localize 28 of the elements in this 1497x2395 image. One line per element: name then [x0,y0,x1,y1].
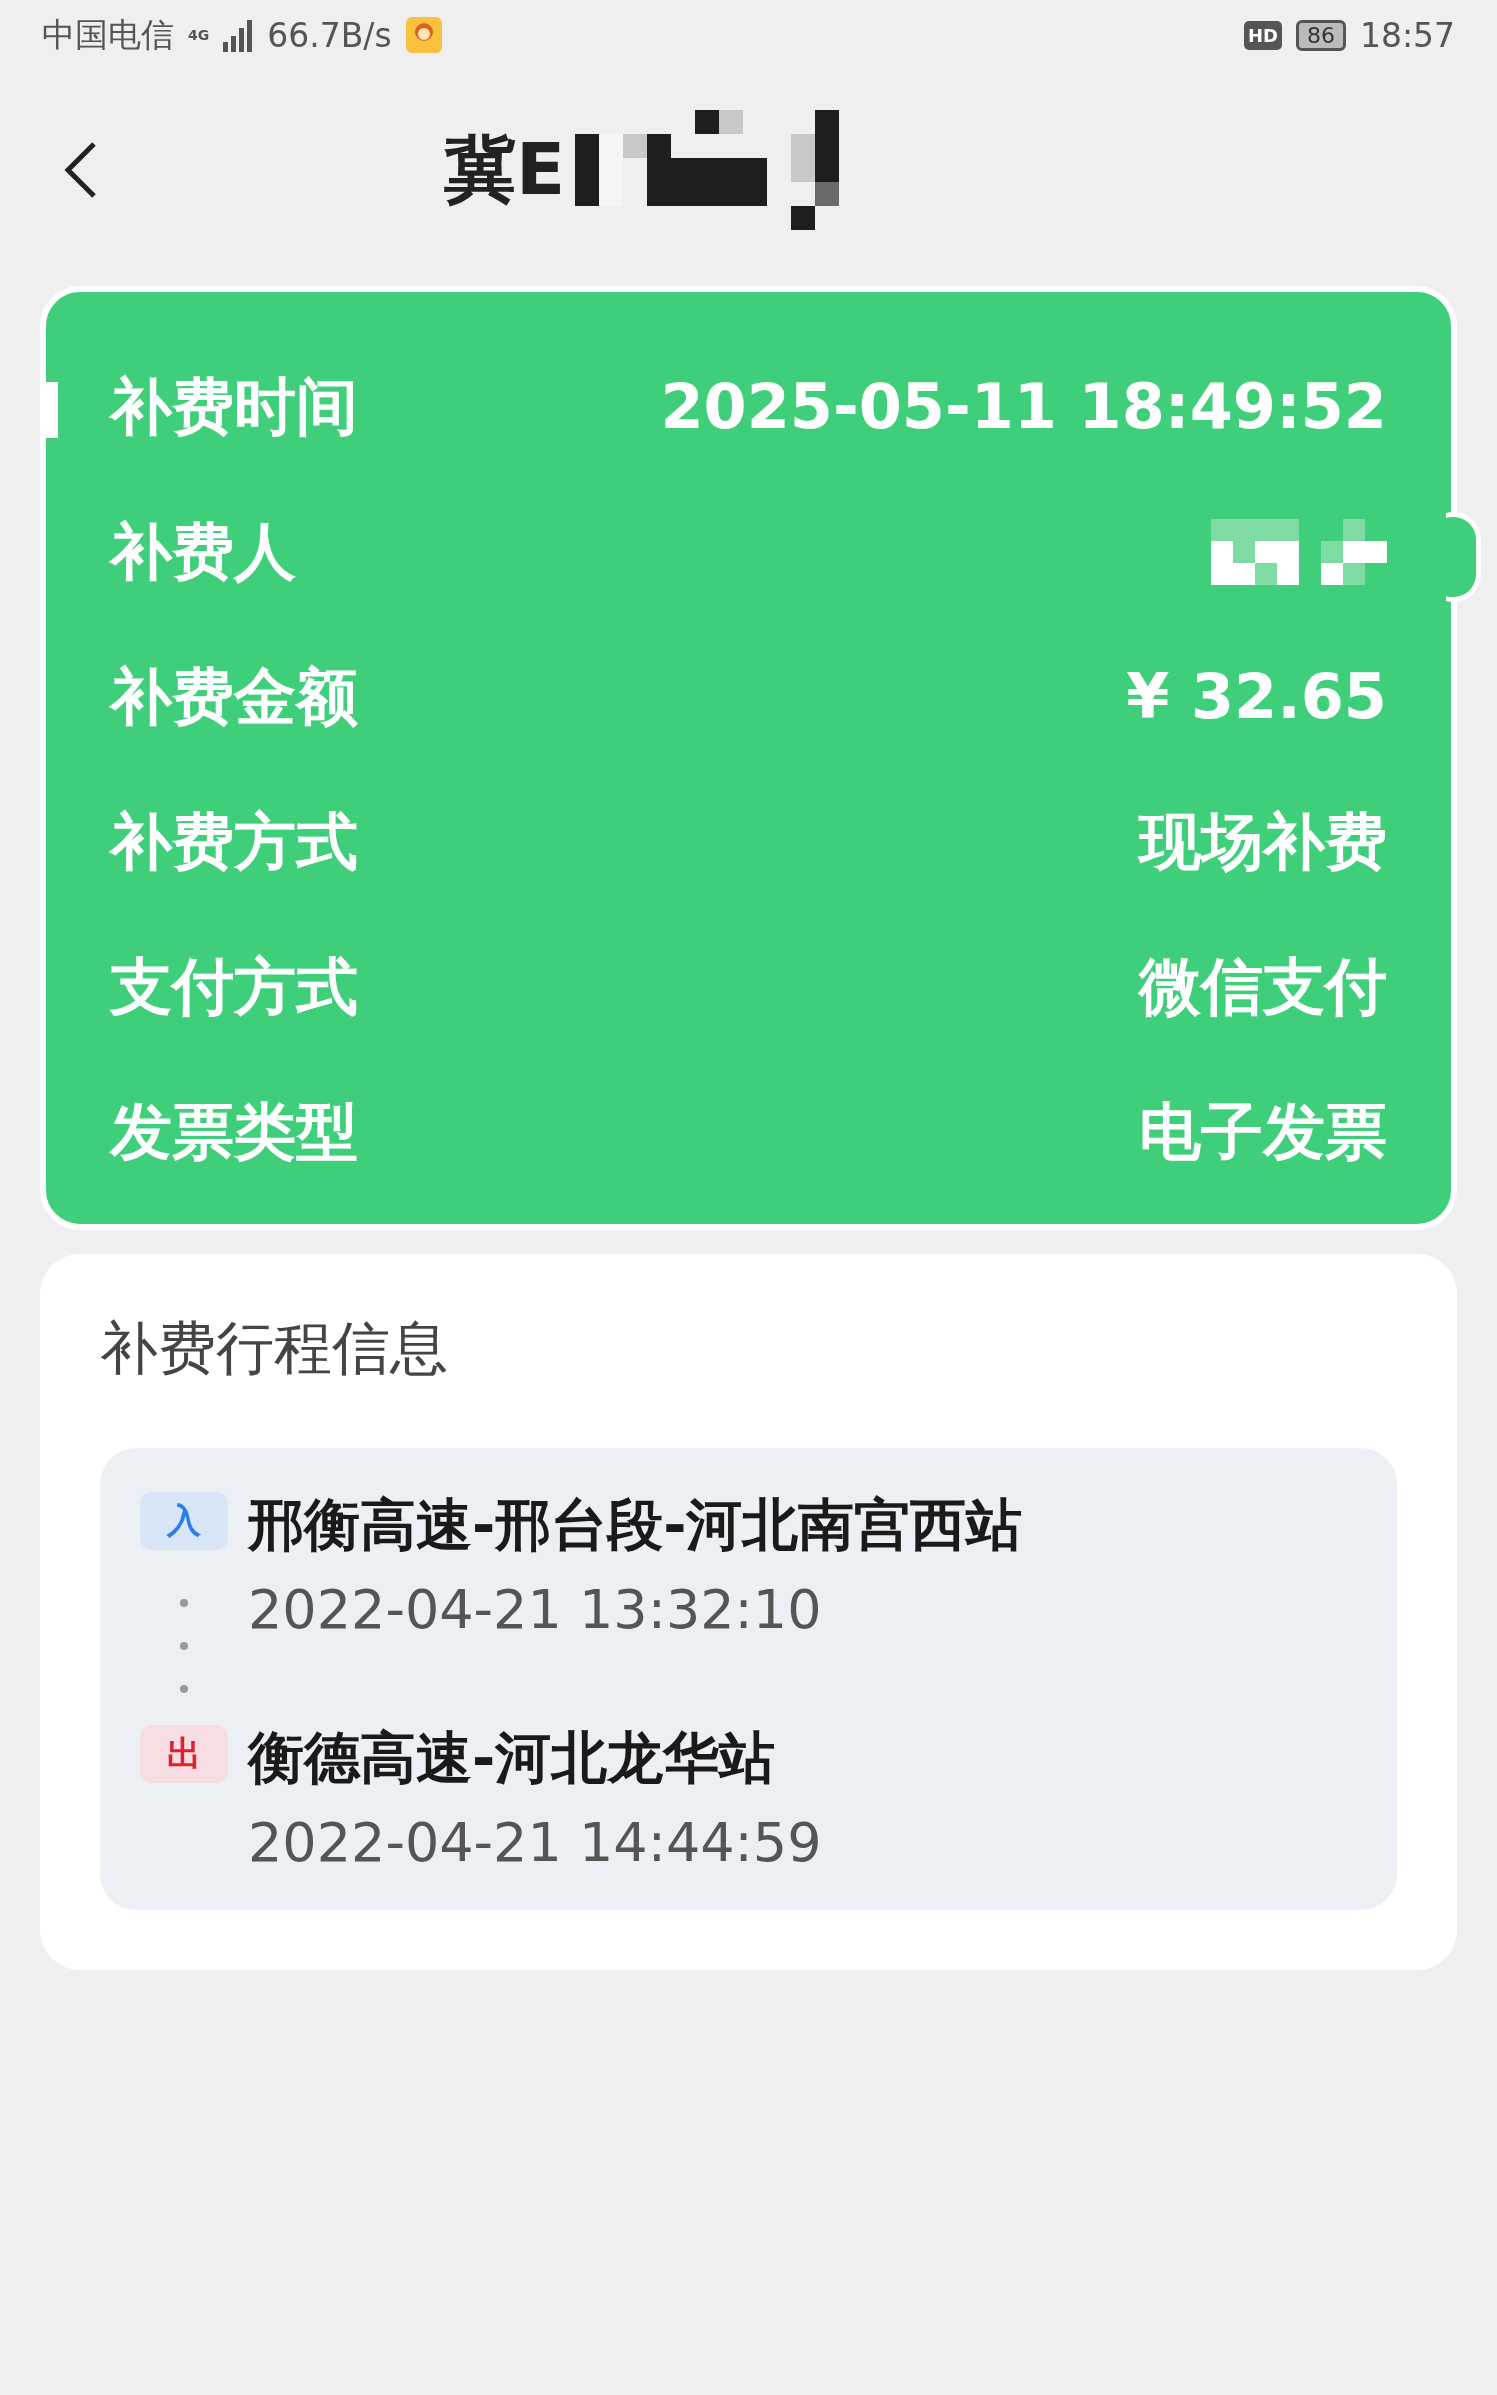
detail-value: 电子发票 [1139,1093,1387,1170]
detail-label: 补费方式 [110,803,358,880]
detail-value: 2025-05-11 18:49:52 [660,370,1387,443]
detail-label: 补费人 [110,513,296,590]
pass-time: 2022-04-21 13:32:10 [248,1578,823,1641]
detail-label: 补费时间 [110,368,358,445]
entry-badge: 入 [140,1492,228,1550]
detail-label: 补费金额 [110,658,358,735]
battery-icon: 86 [1295,19,1346,51]
pass-time: 2022-04-21 14:44:59 [248,1811,822,1874]
section-title: 补费行程信息 [100,1313,449,1384]
detail-label: 发票类型 [110,1093,358,1170]
station-name: 衡德高速-河北龙华站 [248,1724,777,1792]
app-notification-icon [405,17,442,53]
exit-badge: 出 [140,1725,228,1783]
back-icon[interactable] [62,140,98,200]
detail-value: ¥ 32.65 [1126,660,1387,733]
station-name: 邢衡高速-邢台段-河北南宫西站 [248,1491,1023,1559]
carrier-name: 中国电信 [42,13,174,56]
signal-icon [223,18,254,52]
detail-value: 微信支付 [1139,948,1387,1025]
detail-label: 支付方式 [110,948,358,1025]
detail-value: 现场补费 [1139,803,1387,880]
network-speed: 66.7B/s [267,15,392,55]
clock-time: 18:57 [1359,15,1455,55]
network-type: 4G [188,28,210,42]
plate-title: 冀E [444,126,566,213]
hd-badge: HD [1243,20,1282,50]
